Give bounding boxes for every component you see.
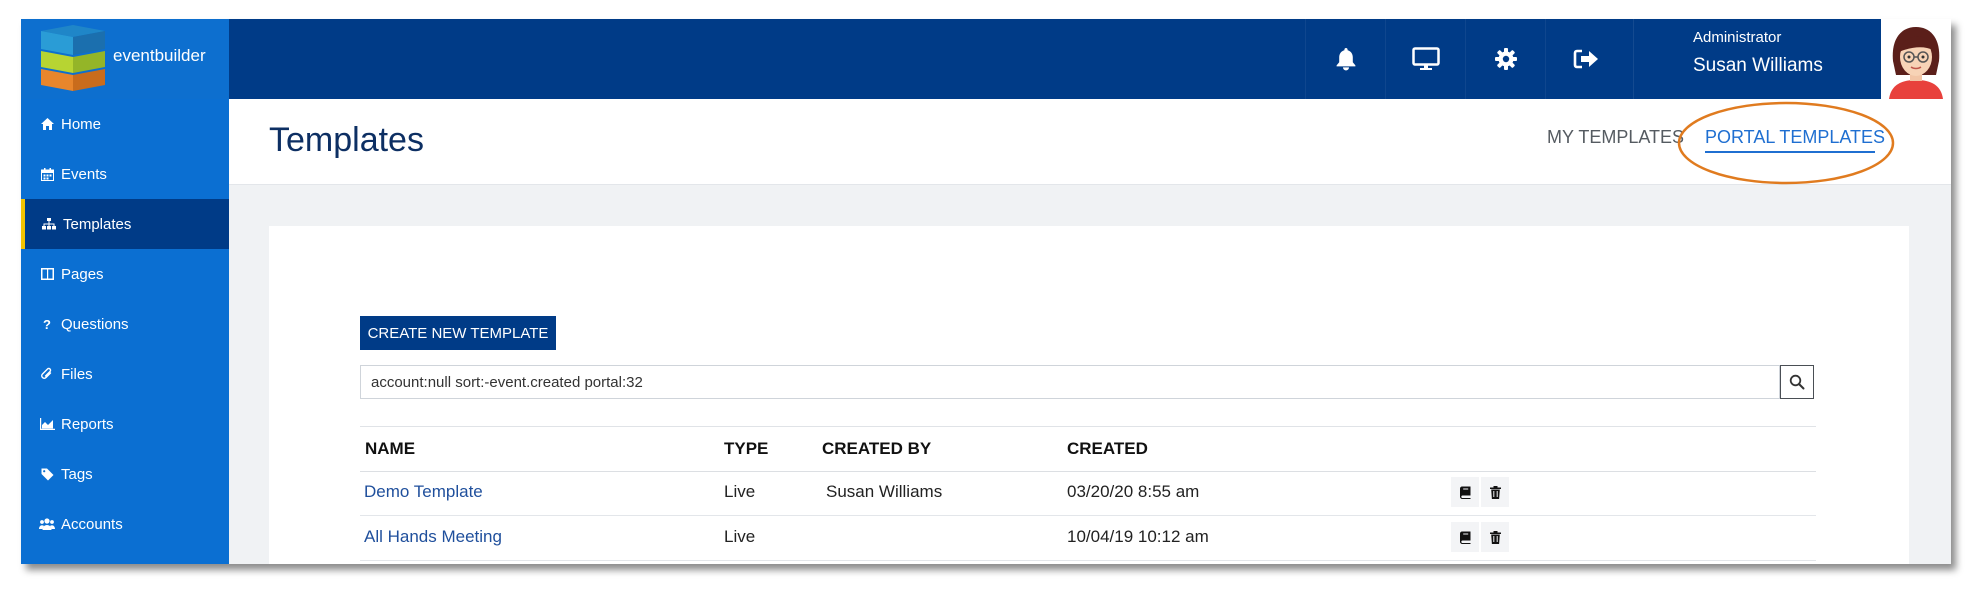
- sidebar-item-events[interactable]: Events: [21, 149, 229, 199]
- page-title: Templates: [269, 121, 424, 159]
- columns-icon: [39, 266, 55, 282]
- tag-icon: [39, 466, 55, 482]
- trash-icon: [1489, 530, 1501, 544]
- sidebar-item-label: Reports: [61, 415, 114, 433]
- sidebar-item-label: Templates: [63, 215, 132, 233]
- sidebar-item-label: Events: [61, 165, 107, 183]
- user-role: Administrator: [1693, 29, 1782, 46]
- column-header-name[interactable]: NAME: [365, 439, 415, 459]
- template-created-date: 10/04/19 10:12 am: [1067, 527, 1209, 546]
- search-input[interactable]: [360, 365, 1780, 399]
- sidebar-item-label: Tags: [61, 465, 93, 483]
- top-bar: eventbuilder Administrator Susan William…: [21, 19, 1951, 99]
- logo[interactable]: eventbuilder: [21, 19, 229, 99]
- logout-button[interactable]: [1545, 19, 1626, 99]
- sidebar-item-label: Files: [61, 365, 93, 383]
- sidebar-item-pages[interactable]: Pages: [21, 249, 229, 299]
- template-name-link[interactable]: All Hands Meeting: [364, 527, 502, 547]
- template-type: Live: [724, 482, 756, 501]
- app-window: eventbuilder Administrator Susan William…: [21, 19, 1951, 564]
- use-template-button[interactable]: [1451, 522, 1479, 552]
- tab-my-templates[interactable]: MY TEMPLATES: [1547, 127, 1684, 148]
- book-icon: [1460, 531, 1471, 544]
- question-icon: ?: [43, 316, 51, 332]
- sidebar-item-questions[interactable]: ? Questions: [21, 299, 229, 349]
- delete-template-button[interactable]: [1481, 477, 1509, 507]
- template-type: Live: [724, 527, 756, 546]
- settings-button[interactable]: [1465, 19, 1546, 99]
- sidebar-item-tags[interactable]: Tags: [21, 449, 229, 499]
- sidebar: Home Events Templates Pages ? Questions: [21, 99, 229, 564]
- sidebar-item-label: Home: [61, 115, 102, 133]
- sidebar-item-label: Questions: [61, 315, 129, 333]
- trash-icon: [1489, 485, 1501, 499]
- sidebar-item-files[interactable]: Files: [21, 349, 229, 399]
- template-created-by: Susan Williams: [826, 482, 943, 501]
- brand-name: eventbuilder: [113, 46, 206, 65]
- delete-template-button[interactable]: [1481, 522, 1509, 552]
- bell-icon: [1336, 48, 1356, 71]
- search-button[interactable]: [1780, 365, 1814, 399]
- table-row: Demo Template Live Susan Williams 03/20/…: [360, 470, 1816, 516]
- sidebar-item-reports[interactable]: Reports: [21, 399, 229, 449]
- column-header-created-by[interactable]: CREATED BY: [822, 439, 931, 459]
- calendar-icon: [39, 166, 55, 182]
- template-created-date: 03/20/20 8:55 am: [1067, 482, 1200, 501]
- notifications-button[interactable]: [1305, 19, 1386, 99]
- monitor-icon: [1412, 47, 1440, 70]
- template-name-link[interactable]: Demo Template: [364, 482, 483, 502]
- user-name: Susan Williams: [1693, 55, 1823, 76]
- user-menu[interactable]: Administrator Susan Williams: [1633, 19, 1904, 99]
- sidebar-item-home[interactable]: Home: [21, 99, 229, 149]
- sidebar-item-templates[interactable]: Templates: [21, 199, 229, 249]
- home-icon: [39, 116, 55, 132]
- search-bar: [360, 365, 1814, 399]
- page-header: Templates MY TEMPLATES PORTAL TEMPLATES: [229, 99, 1951, 185]
- gear-icon: [1495, 48, 1517, 70]
- sitemap-icon: [41, 216, 57, 232]
- preview-button[interactable]: [1385, 19, 1466, 99]
- avatar-image: [1881, 19, 1951, 99]
- column-header-created[interactable]: CREATED: [1067, 439, 1148, 459]
- chart-icon: [39, 416, 55, 432]
- avatar[interactable]: [1881, 19, 1951, 99]
- search-icon: [1789, 374, 1805, 390]
- table-row: All Hands Meeting Live 10/04/19 10:12 am: [360, 515, 1816, 561]
- use-template-button[interactable]: [1451, 477, 1479, 507]
- paperclip-icon: [39, 366, 55, 382]
- sidebar-item-accounts[interactable]: Accounts: [21, 499, 229, 549]
- users-icon: [39, 516, 55, 532]
- table-header: NAME TYPE CREATED BY CREATED: [360, 426, 1816, 472]
- templates-card: CREATE NEW TEMPLATE NAME TYPE CREATED BY…: [269, 226, 1909, 564]
- sidebar-item-label: Pages: [61, 265, 104, 283]
- sign-out-icon: [1573, 49, 1598, 69]
- logo-cube-icon: [41, 25, 105, 91]
- sidebar-item-label: Accounts: [61, 515, 123, 533]
- book-icon: [1460, 486, 1471, 499]
- highlight-ellipse: [1677, 101, 1895, 185]
- column-header-type[interactable]: TYPE: [724, 439, 768, 459]
- create-template-button[interactable]: CREATE NEW TEMPLATE: [360, 316, 556, 350]
